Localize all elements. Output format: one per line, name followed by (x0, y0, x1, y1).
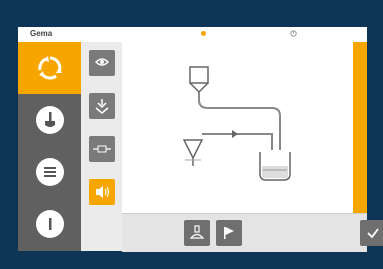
right-accent-bar (353, 42, 367, 213)
touch-screen: Gema (18, 27, 383, 252)
process-diagram (122, 42, 353, 213)
status-dot-icon (200, 30, 207, 37)
powder-flow-diagram (182, 66, 291, 181)
flag-button[interactable] (216, 220, 242, 246)
nav-item-power[interactable] (18, 198, 81, 250)
funnel-icon (182, 133, 214, 166)
subnav-fluidize[interactable] (89, 93, 115, 119)
fluidize-icon (93, 97, 111, 115)
recycle-icon (36, 54, 64, 82)
brand-logo: Gema (30, 29, 53, 38)
main-nav (18, 42, 81, 251)
bottom-toolbar (122, 213, 383, 252)
clock-icon (290, 30, 297, 37)
brush-icon (35, 106, 64, 134)
confirm-button[interactable] (360, 220, 383, 246)
power-icon (35, 210, 64, 238)
subnav-sensor[interactable] (89, 136, 115, 162)
subnav-vibration[interactable] (89, 179, 115, 205)
flow-arrow-icon (232, 130, 238, 138)
flag-icon (221, 225, 237, 241)
subnav-powder-pump[interactable] (89, 50, 115, 76)
nav-item-recycle[interactable] (18, 42, 81, 94)
powder-pump-icon (93, 54, 111, 72)
hopper-icon (189, 225, 205, 241)
list-icon (35, 158, 64, 186)
top-status-bar: Gema (18, 27, 367, 43)
nav-item-brush[interactable] (18, 94, 81, 146)
sub-nav (81, 42, 122, 251)
sensor-icon (92, 144, 112, 154)
nav-item-menu[interactable] (18, 146, 81, 198)
powder-tank-icon (259, 152, 291, 181)
powder-container-icon (189, 66, 209, 100)
hopper-button[interactable] (184, 220, 210, 246)
check-icon (366, 226, 380, 240)
vibration-icon (93, 183, 111, 201)
